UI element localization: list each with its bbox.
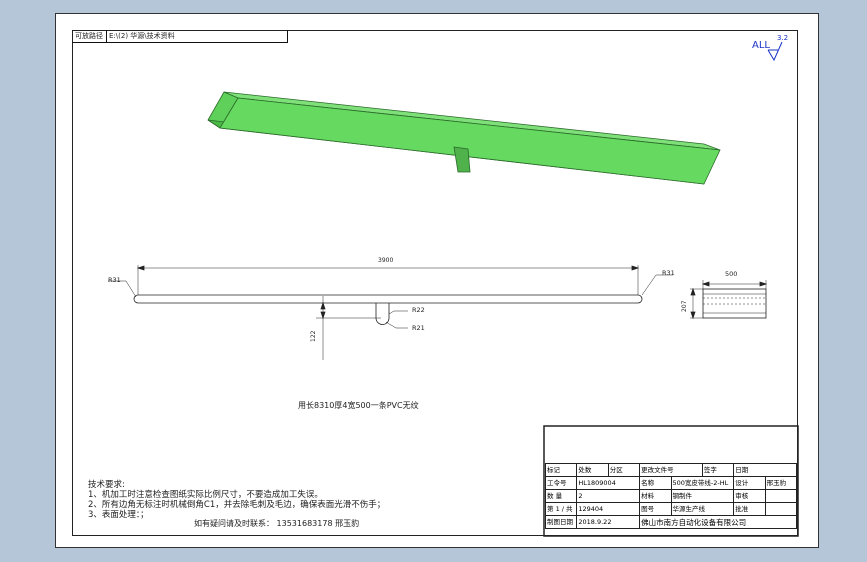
tech-req-line: 3、表面处理：； xyxy=(88,510,149,520)
part-3d-view xyxy=(207,91,721,185)
front-view xyxy=(108,265,673,360)
title-block: 标记 处数 分区 更改文件号 签字 日期 工令号 HL1809004 名称 50… xyxy=(544,427,798,529)
tb-header: 分区 xyxy=(607,463,641,477)
tb-header: 标记 xyxy=(544,463,578,477)
tb-drawing-label: 图号 xyxy=(639,502,672,516)
material-note: 用长8310厚4宽500一条PVC无纹 xyxy=(298,401,419,410)
tb-project-value: HL1809004 xyxy=(576,476,641,490)
tb-scale-value: 2018.9.22 xyxy=(576,515,641,529)
tb-header: 日期 xyxy=(733,463,797,477)
tb-drawing-value: 华源生产线 xyxy=(670,502,735,516)
dim-length: 3900 xyxy=(378,257,394,264)
tb-header: 签字 xyxy=(701,463,735,477)
tb-header: 处数 xyxy=(576,463,609,477)
tb-part-label: 名称 xyxy=(639,476,672,490)
tb-review-label: 审核 xyxy=(733,489,766,503)
tb-page-value: 129404 xyxy=(576,502,641,516)
dim-section-width: 500 xyxy=(725,270,738,278)
tb-part-value: 500宽皮带线-2-HL xyxy=(670,476,735,490)
section-view xyxy=(690,280,768,320)
dim-section-height: 207 xyxy=(681,300,688,312)
tb-approve-label: 批准 xyxy=(733,502,766,516)
tb-design-label: 设计 xyxy=(733,476,766,490)
drawing-sheet: 可放路径 E:\(2) 华源\技术资料 ALL 3.2 3900 R31 R31… xyxy=(55,13,819,548)
tb-maker-label: 制图日期 xyxy=(544,515,578,529)
dim-radius-mid1: R22 xyxy=(412,306,425,314)
tb-material-label: 材料 xyxy=(639,489,672,503)
tb-material-value: 钢制件 xyxy=(670,489,735,503)
tb-project-label: 工令号 xyxy=(544,476,578,490)
contact-note: 如有疑问请及时联系： 13531683178 邢玉豹 xyxy=(194,519,360,528)
surface-finish-icon xyxy=(767,41,783,62)
dim-radius-right: R31 xyxy=(662,269,675,277)
tb-page-label: 第 1 / 共 xyxy=(544,502,578,516)
tb-header: 更改文件号 xyxy=(639,463,703,477)
tb-design-value: 邢玉豹 xyxy=(764,476,798,490)
tb-company: 佛山市南方自动化设备有限公司 xyxy=(639,515,797,529)
dim-height: 122 xyxy=(310,330,317,342)
dim-radius-mid2: R21 xyxy=(412,324,425,332)
tb-qty-value: 2 xyxy=(576,489,641,503)
tb-qty-label: 数 量 xyxy=(544,489,578,503)
dim-radius-left: R31 xyxy=(108,276,121,284)
